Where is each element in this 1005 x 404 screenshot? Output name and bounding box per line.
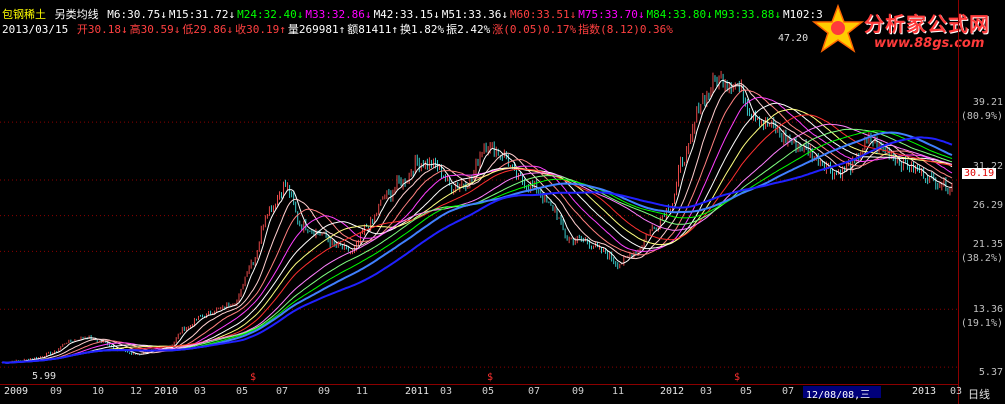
x-tick-label: 11 (612, 386, 625, 397)
y-tick-label: 21.35 (972, 239, 1003, 250)
quote-value: 换1.82% (399, 23, 445, 36)
s-marker: $ (487, 372, 493, 383)
ma-line (1, 108, 953, 364)
y-tick-pct: (80.9%) (960, 111, 1003, 122)
quote-values: 开30.18↓ 高30.59↓ 低29.86↓ 收30.19↑ 量269981↑ 额814… (77, 23, 675, 36)
ma-values: M6:30.75↓ M15:31.72↓ M24:32.40↓ M33:32.86↓ M… (107, 8, 824, 21)
x-tick-label: 2010 (154, 386, 179, 397)
quote-row: 2013/03/15 开30.18↓ 高30.59↓ 低29.86↓ 收30.19↑ 量… (2, 21, 677, 36)
ma-value: M51:33.36↓ (441, 8, 509, 21)
ma-value: M42:33.15↓ (373, 8, 440, 21)
ma-value: M60:33.51↓ (510, 8, 577, 21)
x-tick-label: 07 (528, 386, 541, 397)
price-axis: 39.21 (80.9%) 31.22 26.29 21.35 (38.2%) … (958, 0, 1005, 404)
x-tick-label: 07 (276, 386, 289, 397)
x-tick-label: 2012 (660, 386, 685, 397)
ma-header-row: 包钢稀土 另类均线 M6:30.75↓ M15:31.72↓ M24:32.40↓ M… (2, 6, 827, 21)
y-tick-pct: (38.2%) (960, 253, 1003, 264)
s-marker: $ (734, 372, 740, 383)
ma-value: M24:32.40↓ (237, 8, 304, 21)
ma-value: M93:33.88↓ (714, 8, 781, 21)
x-tick-label: 2011 (405, 386, 430, 397)
y-tick-label: 26.29 (972, 200, 1003, 211)
x-tick-label: 03 (950, 386, 963, 397)
quote-value: 额81411↑ (347, 23, 398, 36)
ma-value: M15:31.72↓ (168, 8, 236, 21)
quote-value: 涨(0.05)0.17% (492, 23, 577, 36)
y-tick-pct: (19.1%) (960, 318, 1003, 329)
x-tick-label: 09 (572, 386, 585, 397)
quote-value: 量269981↑ (287, 23, 346, 36)
ma-line (1, 82, 953, 364)
peak-low-label: 5.99 (32, 371, 57, 382)
quote-value: 振2.42% (446, 23, 491, 36)
x-tick-label: 09 (318, 386, 331, 397)
quote-value: 高30.59↓ (129, 23, 181, 36)
x-tick-label: 05 (236, 386, 249, 397)
x-tick-label: 05 (482, 386, 495, 397)
current-price-tag: 30.19 (962, 168, 997, 179)
ma-value: M33:32.86↓ (305, 8, 372, 21)
y-tick-label: 5.37 (978, 367, 1003, 378)
ma-value: M6:30.75↓ (107, 8, 167, 21)
candlestick-chart[interactable]: $ $ $ (0, 36, 958, 383)
ma-line (1, 131, 953, 364)
quote-value: 低29.86↓ (182, 23, 234, 36)
x-tick-label: 07 (782, 386, 795, 397)
ma-line (1, 136, 953, 364)
ma-line (1, 130, 953, 364)
ma-line (1, 102, 953, 364)
x-tick-label: 2009 (4, 386, 29, 397)
y-tick-label: 13.36 (972, 304, 1003, 315)
x-tick-label: 11 (356, 386, 369, 397)
ma-value: M75:33.70↓ (578, 8, 645, 21)
x-tick-label: 03 (700, 386, 713, 397)
ma-value: M84:33.80↓ (646, 8, 713, 21)
s-marker: $ (250, 372, 256, 383)
stock-name: 包钢稀土 (2, 8, 46, 21)
cursor-date: 12/08/08,三 (803, 386, 881, 401)
ma-line (1, 128, 953, 364)
x-tick-label: 09 (50, 386, 63, 397)
x-tick-label: 05 (740, 386, 753, 397)
quote-date: 2013/03/15 (2, 23, 69, 36)
indicator-name: 另类均线 (54, 8, 99, 21)
x-tick-label: 12 (130, 386, 143, 397)
x-tick-label: 10 (92, 386, 105, 397)
ma-line (1, 123, 953, 364)
y-tick-label: 39.21 (972, 97, 1003, 108)
quote-value: 收30.19↑ (235, 23, 286, 36)
peak-high-label: 47.20 (778, 33, 809, 44)
quote-value: 指数(8.12)0.36% (578, 23, 673, 36)
x-tick-label: 2013 (912, 386, 937, 397)
x-tick-label: 03 (440, 386, 453, 397)
quote-value: 开30.18↓ (76, 23, 128, 36)
period-button[interactable]: 日线 (968, 386, 990, 402)
x-tick-label: 03 (194, 386, 207, 397)
